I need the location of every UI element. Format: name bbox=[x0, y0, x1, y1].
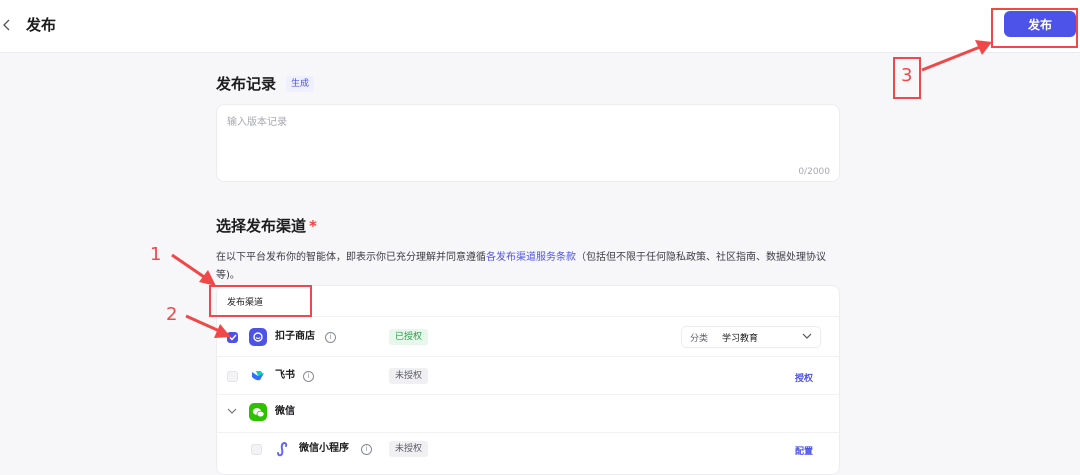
wechat-icon bbox=[249, 403, 267, 421]
status-badge-unauthorized: 未授权 bbox=[389, 441, 429, 457]
status-badge-unauthorized: 未授权 bbox=[389, 368, 429, 384]
channel-name-kouzi-store: 扣子商店 bbox=[275, 331, 315, 342]
top-bar: 发布 发布 bbox=[0, 0, 1080, 53]
divider bbox=[217, 394, 839, 395]
description-prefix: 在以下平台发布你的智能体，即表示你已充分理解并同意遵循 bbox=[216, 252, 486, 263]
annotation-number-3: 3 bbox=[901, 65, 913, 86]
chevron-left-icon bbox=[3, 19, 10, 31]
configure-link[interactable]: 配置 bbox=[795, 444, 813, 457]
divider bbox=[217, 356, 839, 357]
divider bbox=[217, 432, 839, 433]
annotation-box-publish bbox=[991, 8, 1078, 48]
channel-section-title-text: 选择发布渠道 bbox=[216, 217, 307, 235]
record-section-title: 发布记录 bbox=[216, 75, 277, 93]
category-select[interactable]: 分类 学习教育 bbox=[681, 326, 821, 348]
chevron-down-icon bbox=[802, 333, 812, 339]
miniprogram-icon bbox=[273, 440, 291, 458]
info-icon[interactable]: i bbox=[325, 332, 336, 343]
kouzi-store-icon bbox=[249, 328, 267, 346]
status-badge-authorized: 已授权 bbox=[389, 329, 429, 345]
channel-name-feishu: 飞书 bbox=[275, 370, 295, 381]
feishu-icon bbox=[249, 367, 267, 385]
required-mark: * bbox=[309, 217, 317, 235]
annotation-number-2: 2 bbox=[166, 304, 178, 325]
char-counter: 0/2000 bbox=[798, 167, 830, 177]
back-button[interactable] bbox=[0, 14, 14, 36]
check-icon bbox=[229, 334, 237, 341]
channel-description: 在以下平台发布你的智能体，即表示你已充分理解并同意遵循各发布渠道服务条款（包括但… bbox=[216, 249, 842, 285]
chevron-down-icon[interactable] bbox=[227, 408, 237, 415]
version-record-input[interactable]: 输入版本记录 0/2000 bbox=[216, 104, 840, 182]
checkbox-feishu[interactable] bbox=[227, 371, 238, 382]
checkbox-kouzi-store[interactable] bbox=[227, 332, 238, 343]
channel-section-title: 选择发布渠道 * bbox=[216, 216, 317, 236]
annotation-number-1: 1 bbox=[150, 244, 162, 265]
terms-link[interactable]: 各发布渠道服务条款 bbox=[486, 252, 576, 263]
checkbox-wechat-miniprogram[interactable] bbox=[251, 444, 262, 455]
authorize-link[interactable]: 授权 bbox=[795, 371, 813, 384]
category-value: 学习教育 bbox=[722, 334, 759, 344]
info-icon[interactable]: i bbox=[303, 371, 314, 382]
generate-button[interactable]: 生成 bbox=[286, 76, 315, 92]
annotation-box-channel-header bbox=[209, 285, 312, 317]
version-record-placeholder: 输入版本记录 bbox=[227, 117, 287, 128]
info-icon[interactable]: i bbox=[361, 444, 372, 455]
page-title: 发布 bbox=[26, 16, 57, 34]
channel-name-wechat-miniprogram: 微信小程序 bbox=[299, 443, 349, 454]
channel-group-wechat: 微信 bbox=[275, 406, 295, 417]
category-label: 分类 bbox=[690, 334, 709, 344]
